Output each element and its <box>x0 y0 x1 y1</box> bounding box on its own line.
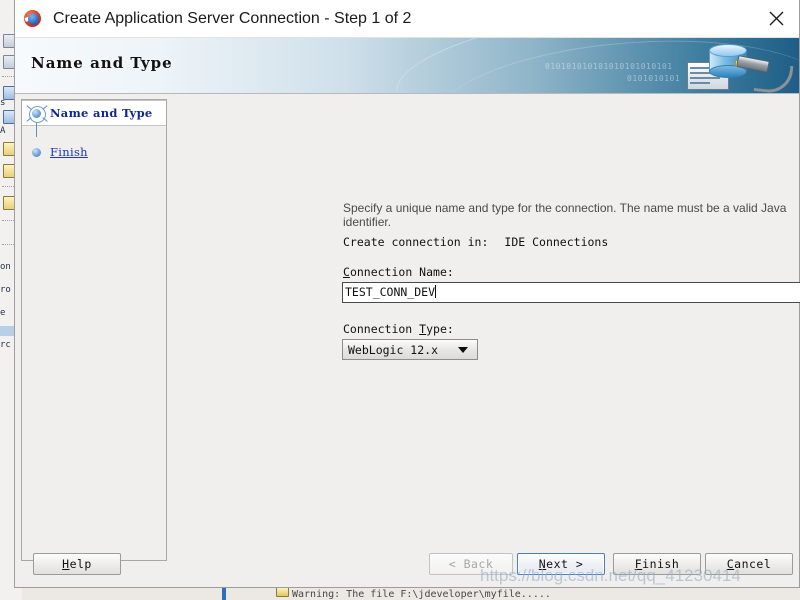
connection-type-label: Connection Type: <box>343 322 454 336</box>
finish-button-label: inish <box>642 557 680 571</box>
close-icon[interactable] <box>753 0 799 37</box>
ide-text-fragment-1: s <box>0 98 6 108</box>
cancel-button-label: ancel <box>734 557 772 571</box>
ide-log-icon <box>276 587 289 597</box>
dialog-banner: Name and Type 010101010101010101010101 0… <box>15 38 799 94</box>
back-button: < Back <box>429 553 513 575</box>
connection-name-input[interactable]: TEST_CONN_DEV <box>342 282 800 303</box>
create-connection-in-row: Create connection in: IDE Connections <box>343 235 608 249</box>
connection-name-label: Connection Name: <box>343 265 454 279</box>
current-step-icon <box>26 104 48 123</box>
cancel-button-mnemonic: C <box>726 557 735 571</box>
connection-name-label-rest: onnection Name: <box>349 265 454 279</box>
ide-text-fragment-6: rc <box>0 340 11 350</box>
finish-button[interactable]: Finish <box>613 553 701 575</box>
chevron-down-icon <box>458 346 468 353</box>
connection-type-label-rest: ype: <box>426 322 454 336</box>
ide-text-fragment-3: on <box>0 262 11 272</box>
next-button-label: ext > <box>546 557 584 571</box>
dialog-title: Create Application Server Connection - S… <box>53 9 412 27</box>
wizard-steps-panel: Name and Type Finish <box>21 99 167 561</box>
next-button[interactable]: Next > <box>517 553 605 575</box>
dialog-titlebar: Create Application Server Connection - S… <box>15 0 799 38</box>
wizard-content-panel: Specify a unique name and type for the c… <box>167 94 800 587</box>
help-button[interactable]: Help <box>33 553 121 575</box>
next-button-mnemonic: N <box>538 557 547 571</box>
sidebar-item-label: Name and Type <box>50 106 153 120</box>
ide-status-accent <box>222 586 226 600</box>
connection-type-select[interactable]: WebLogic 12.x <box>342 339 478 360</box>
banner-title: Name and Type <box>31 54 173 72</box>
database-connection-icon <box>671 40 794 93</box>
step-connector-line <box>36 123 37 137</box>
sidebar-item-label: Finish <box>50 145 88 159</box>
text-caret <box>435 285 437 298</box>
create-connection-in-label: Create connection in: <box>343 235 489 249</box>
connection-type-value: WebLogic 12.x <box>348 342 439 357</box>
connection-name-label-mnemonic: C <box>343 265 350 279</box>
help-button-mnemonic: H <box>62 557 70 571</box>
connection-name-field-wrap: TEST_CONN_DEV <box>342 282 800 303</box>
jdeveloper-icon <box>23 9 43 29</box>
connection-name-value: TEST_CONN_DEV <box>345 285 436 299</box>
connection-type-label-pre: Connection <box>343 322 420 336</box>
create-connection-in-value: IDE Connections <box>504 235 609 249</box>
ide-log-message: Warning: The file F:\jdeveloper\myfile..… <box>292 589 551 600</box>
dialog-body: Name and Type Finish Specify a unique na… <box>15 94 800 587</box>
ide-text-fragment-4: ro <box>0 285 11 295</box>
dialog-button-bar: Help < Back Next > Finish Cancel <box>15 541 799 587</box>
sidebar-item-finish[interactable]: Finish <box>22 140 166 164</box>
ide-text-fragment-2: A <box>0 126 6 136</box>
sidebar-item-name-and-type[interactable]: Name and Type <box>22 100 166 137</box>
ide-text-fragment-5: e <box>0 308 6 318</box>
help-button-label: elp <box>69 557 92 571</box>
wizard-description: Specify a unique name and type for the c… <box>343 201 787 229</box>
finish-button-mnemonic: F <box>634 557 643 571</box>
create-app-server-connection-dialog: Create Application Server Connection - S… <box>14 0 800 588</box>
cancel-button[interactable]: Cancel <box>705 553 793 575</box>
banner-binary-text-1: 010101010101010101010101 <box>545 62 673 71</box>
step-dot-icon <box>28 143 46 161</box>
back-button-label: < Back <box>448 557 494 571</box>
